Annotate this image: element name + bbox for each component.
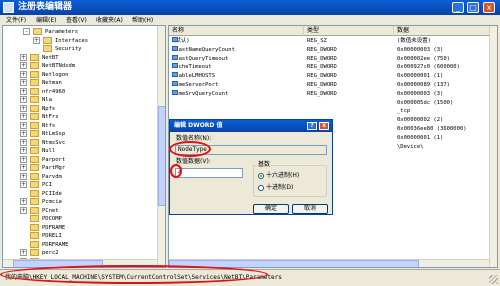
menu-edit[interactable]: 编辑(E) [36, 15, 56, 24]
value-data: 0x00000089 (137) [397, 82, 450, 88]
menu-file[interactable]: 文件(F) [6, 15, 26, 24]
value-data: _tcp [397, 108, 411, 115]
value-data: 0x00000001 (1) [397, 134, 444, 141]
radio-dec-label: 十进制(D) [266, 184, 294, 191]
value-name: CacheTimeout [172, 63, 212, 72]
close-button[interactable]: x [483, 2, 495, 13]
registry-tree[interactable]: - Parameters + Interfaces Security + NetBT + Net… [2, 25, 166, 268]
registry-value-icon [172, 54, 178, 60]
column-header-type[interactable]: 类型 [304, 26, 394, 36]
menu-favorites[interactable]: 收藏夹(A) [96, 15, 123, 24]
value-name-text: EnableLMHOSTS [172, 73, 216, 80]
value-name-text: BcastQueryTimeout [172, 55, 229, 62]
value-name: NameServerPort [172, 81, 218, 90]
list-row[interactable]: CacheTimeout REG_DWORD 0x000927c0 (600000) [169, 63, 491, 72]
dialog-title-bar[interactable]: 编辑 DWORD 值 ? x [170, 120, 332, 132]
column-header-data[interactable]: 数据 [394, 26, 491, 36]
value-type: REG_DWORD [307, 82, 337, 88]
value-name: BcastQueryTimeout [172, 54, 229, 64]
title-bar[interactable]: 注册表编辑器 _ □ x [0, 0, 500, 15]
tree-hscroll-thumb[interactable] [13, 260, 103, 267]
value-name: BcastNameQueryCount [172, 45, 235, 55]
value-type: REG_DWORD [307, 90, 337, 97]
list-header: 名称 类型 数据 [169, 26, 491, 36]
registry-value-icon [172, 72, 178, 78]
registry-value-icon [172, 37, 178, 42]
base-group-label: 基数 [257, 161, 272, 169]
tree-scroll-thumb[interactable] [158, 106, 165, 206]
dialog-help-button[interactable]: ? [307, 122, 317, 130]
value-data: 0x00000001 (1) [397, 73, 444, 80]
value-name: NameSrvQueryCount [172, 89, 229, 99]
value-data: 0x00000003 (3) [397, 46, 444, 53]
registry-value-icon [172, 63, 178, 69]
dialog-close-button[interactable]: x [319, 122, 329, 130]
tree-horizontal-scrollbar[interactable] [3, 259, 157, 267]
list-row[interactable]: BcastNameQueryCount REG_DWORD 0x00000003 (… [169, 45, 491, 55]
list-row[interactable]: 0x000005dc (1500) [169, 99, 491, 108]
value-data: 0x000927c0 (600000) [397, 64, 460, 71]
radio-hexadecimal[interactable]: 十六进制(H) [258, 171, 318, 180]
value-name-field: NodeType [175, 145, 327, 155]
radio-hex-label: 十六进制(H) [266, 172, 300, 179]
value-data-label: 数值数据(V): [176, 158, 211, 165]
value-type: REG_SZ [307, 38, 327, 44]
value-name-text: NameSrvQueryCount [172, 90, 229, 97]
value-type: REG_DWORD [307, 46, 337, 53]
registry-editor-window: 注册表编辑器 _ □ x 文件(F) 编辑(E) 查看(V) 收藏夹(A) 帮助… [0, 0, 500, 286]
tree-vertical-scrollbar[interactable] [157, 26, 165, 267]
menu-view[interactable]: 查看(V) [66, 15, 87, 24]
list-row[interactable]: NameSrvQueryCount REG_DWORD 0x00000003 (3) [169, 89, 491, 99]
list-hscroll-thumb[interactable] [169, 260, 419, 267]
list-row[interactable]: _tcp [169, 107, 491, 116]
list-vertical-scrollbar[interactable] [489, 26, 497, 267]
cancel-button[interactable]: 取消 [292, 204, 328, 214]
value-name-label: 数值名称(N): [176, 135, 212, 142]
value-type: REG_DWORD [307, 55, 337, 62]
registry-value-icon [172, 45, 178, 51]
resize-grip-icon[interactable] [489, 275, 498, 284]
registry-value-icon [172, 89, 178, 95]
list-horizontal-scrollbar[interactable] [169, 259, 489, 267]
value-name: (默认) [172, 37, 190, 46]
menu-help[interactable]: 帮助(H) [132, 15, 153, 24]
list-row[interactable]: NameServerPort REG_DWORD 0x00000089 (137) [169, 81, 491, 90]
value-data: \Device\ [397, 143, 424, 150]
base-group: 基数 十六进制(H) 十进制(D) [253, 161, 327, 197]
edit-dword-dialog: 编辑 DWORD 值 ? x 数值名称(N): NodeType 数值数据(V)… [169, 119, 333, 215]
radio-selected-icon [258, 172, 264, 179]
value-data: 0x00000003 (3) [397, 90, 444, 97]
value-data: 0x00000002 (2) [397, 117, 444, 124]
value-data: 0x000002ee (750) [397, 55, 450, 62]
status-bar: 我的电脑\HKEY_LOCAL_MACHINE\SYSTEM\CurrentCo… [0, 269, 500, 286]
value-data-input[interactable]: 4 [175, 168, 243, 178]
list-row[interactable]: BcastQueryTimeout REG_DWORD 0x000002ee (75… [169, 54, 491, 64]
column-header-name[interactable]: 名称 [169, 26, 304, 36]
list-row[interactable]: (默认) REG_SZ (数值未设置) [169, 37, 491, 46]
list-row[interactable]: EnableLMHOSTS REG_DWORD 0x00000001 (1) [169, 72, 491, 81]
registry-value-icon [172, 81, 178, 86]
value-data: (数值未设置) [397, 38, 432, 44]
minimize-button[interactable]: _ [452, 2, 464, 13]
dialog-title: 编辑 DWORD 值 [174, 122, 223, 129]
value-name-text: BcastNameQueryCount [172, 46, 235, 53]
maximize-button[interactable]: □ [467, 2, 479, 13]
radio-decimal[interactable]: 十进制(D) [258, 183, 318, 192]
value-type: REG_DWORD [307, 73, 337, 80]
value-type: REG_DWORD [307, 64, 337, 71]
tree-item-label: Security [55, 46, 82, 52]
value-name: EnableLMHOSTS [172, 72, 215, 81]
value-name-text: NameServerPort [172, 82, 219, 88]
value-data: 0x000005dc (1500) [397, 99, 454, 106]
ok-button[interactable]: 确定 [253, 204, 289, 214]
app-icon [3, 2, 14, 13]
window-title: 注册表编辑器 [18, 2, 73, 12]
status-path: 我的电脑\HKEY_LOCAL_MACHINE\SYSTEM\CurrentCo… [5, 274, 282, 281]
radio-unselected-icon [258, 184, 264, 191]
collapse-icon[interactable]: - [23, 28, 30, 35]
value-data: 0x00036ee80 (3600000) [397, 126, 467, 132]
menu-bar: 文件(F) 编辑(E) 查看(V) 收藏夹(A) 帮助(H) [0, 15, 500, 24]
